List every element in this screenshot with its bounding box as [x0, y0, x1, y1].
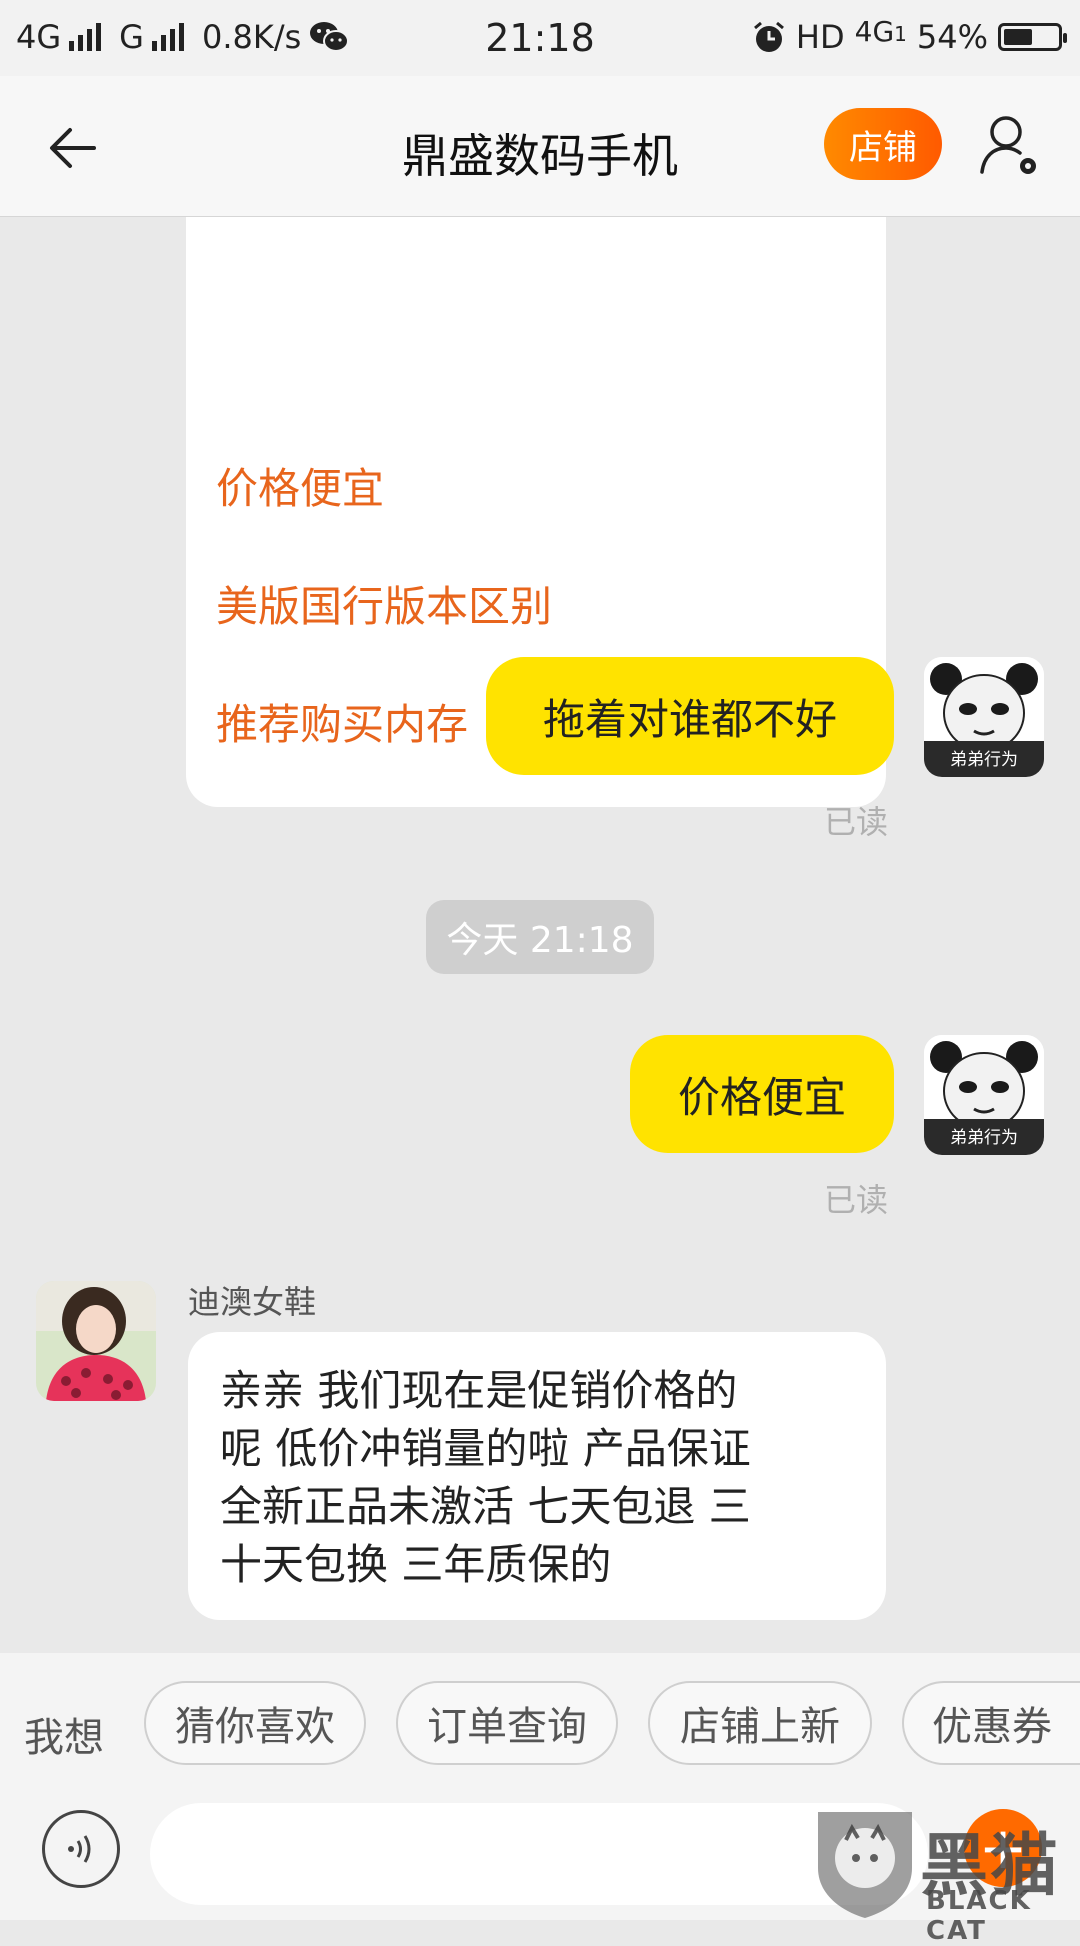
user-avatar[interactable]: 弟弟行为: [924, 1035, 1044, 1155]
quick-chip[interactable]: 店铺上新: [648, 1681, 872, 1765]
hd-label: HD: [795, 18, 845, 56]
status-bar: 4G G 0.8K/s 21:18 HD 4G1 54%: [0, 0, 1080, 76]
quick-bar-label: 我想: [24, 1715, 104, 1761]
quick-question-link[interactable]: 价格便宜: [216, 455, 384, 516]
watermark-text-en: BLACK CAT: [926, 1886, 1032, 1946]
quick-chip[interactable]: 订单查询: [396, 1681, 618, 1765]
svg-text:弟弟行为: 弟弟行为: [950, 1128, 1018, 1148]
quick-question-link[interactable]: 推荐购买内存: [216, 691, 468, 752]
quick-reply-bar: 我想 猜你喜欢 订单查询 店铺上新 优惠券: [0, 1653, 1080, 1803]
voice-icon: [68, 1835, 91, 1863]
seller-name: 迪澳女鞋: [188, 1283, 317, 1321]
battery-icon: [998, 23, 1067, 51]
nav-bar: 鼎盛数码手机 店铺: [0, 76, 1080, 217]
message-line: 十天包换 三年质保的: [220, 1540, 612, 1589]
status-right: HD 4G1 54%: [752, 14, 1067, 56]
sent-message-bubble[interactable]: 拖着对谁都不好: [486, 657, 894, 775]
sent-message-bubble[interactable]: 价格便宜: [630, 1035, 894, 1153]
voice-input-button[interactable]: [42, 1810, 120, 1888]
seller-photo: [36, 1281, 156, 1401]
panda-meme-image: 弟弟行为: [924, 1035, 1044, 1155]
user-settings-icon[interactable]: [978, 112, 1042, 178]
time-divider: 今天 21:18: [426, 900, 654, 974]
quick-question-link[interactable]: 美版国行版本区别: [216, 573, 552, 634]
message-line: 全新正品未激活 七天包退 三: [220, 1482, 751, 1531]
seller-avatar[interactable]: [36, 1281, 156, 1401]
panda-meme-image: 弟弟行为: [924, 657, 1044, 777]
message-line: 呢 低价冲销量的啦 产品保证: [220, 1424, 751, 1473]
shop-button[interactable]: 店铺: [824, 108, 942, 180]
quick-chip[interactable]: 猜你喜欢: [144, 1681, 366, 1765]
black-cat-shield-icon: [818, 1812, 912, 1918]
quick-chip[interactable]: 优惠券: [902, 1681, 1080, 1765]
network-type-right: 4G1: [854, 14, 907, 48]
read-status: 已读: [824, 1181, 889, 1219]
message-line: 亲亲 我们现在是促销价格的: [220, 1366, 738, 1415]
user-avatar[interactable]: 弟弟行为: [924, 657, 1044, 777]
received-message-bubble[interactable]: 亲亲 我们现在是促销价格的 呢 低价冲销量的啦 产品保证 全新正品未激活 七天包…: [188, 1332, 886, 1620]
svg-text:弟弟行为: 弟弟行为: [950, 750, 1018, 770]
watermark-logo: 黑猫 BLACK CAT: [810, 1806, 1080, 1946]
battery-percent: 54%: [916, 18, 988, 56]
read-status: 已读: [824, 803, 889, 841]
chat-area[interactable]: 价格便宜 美版国行版本区别 推荐购买内存 拖着对谁都不好 弟弟行为 已读 今天 …: [0, 217, 1080, 1653]
alarm-icon: [753, 21, 784, 52]
